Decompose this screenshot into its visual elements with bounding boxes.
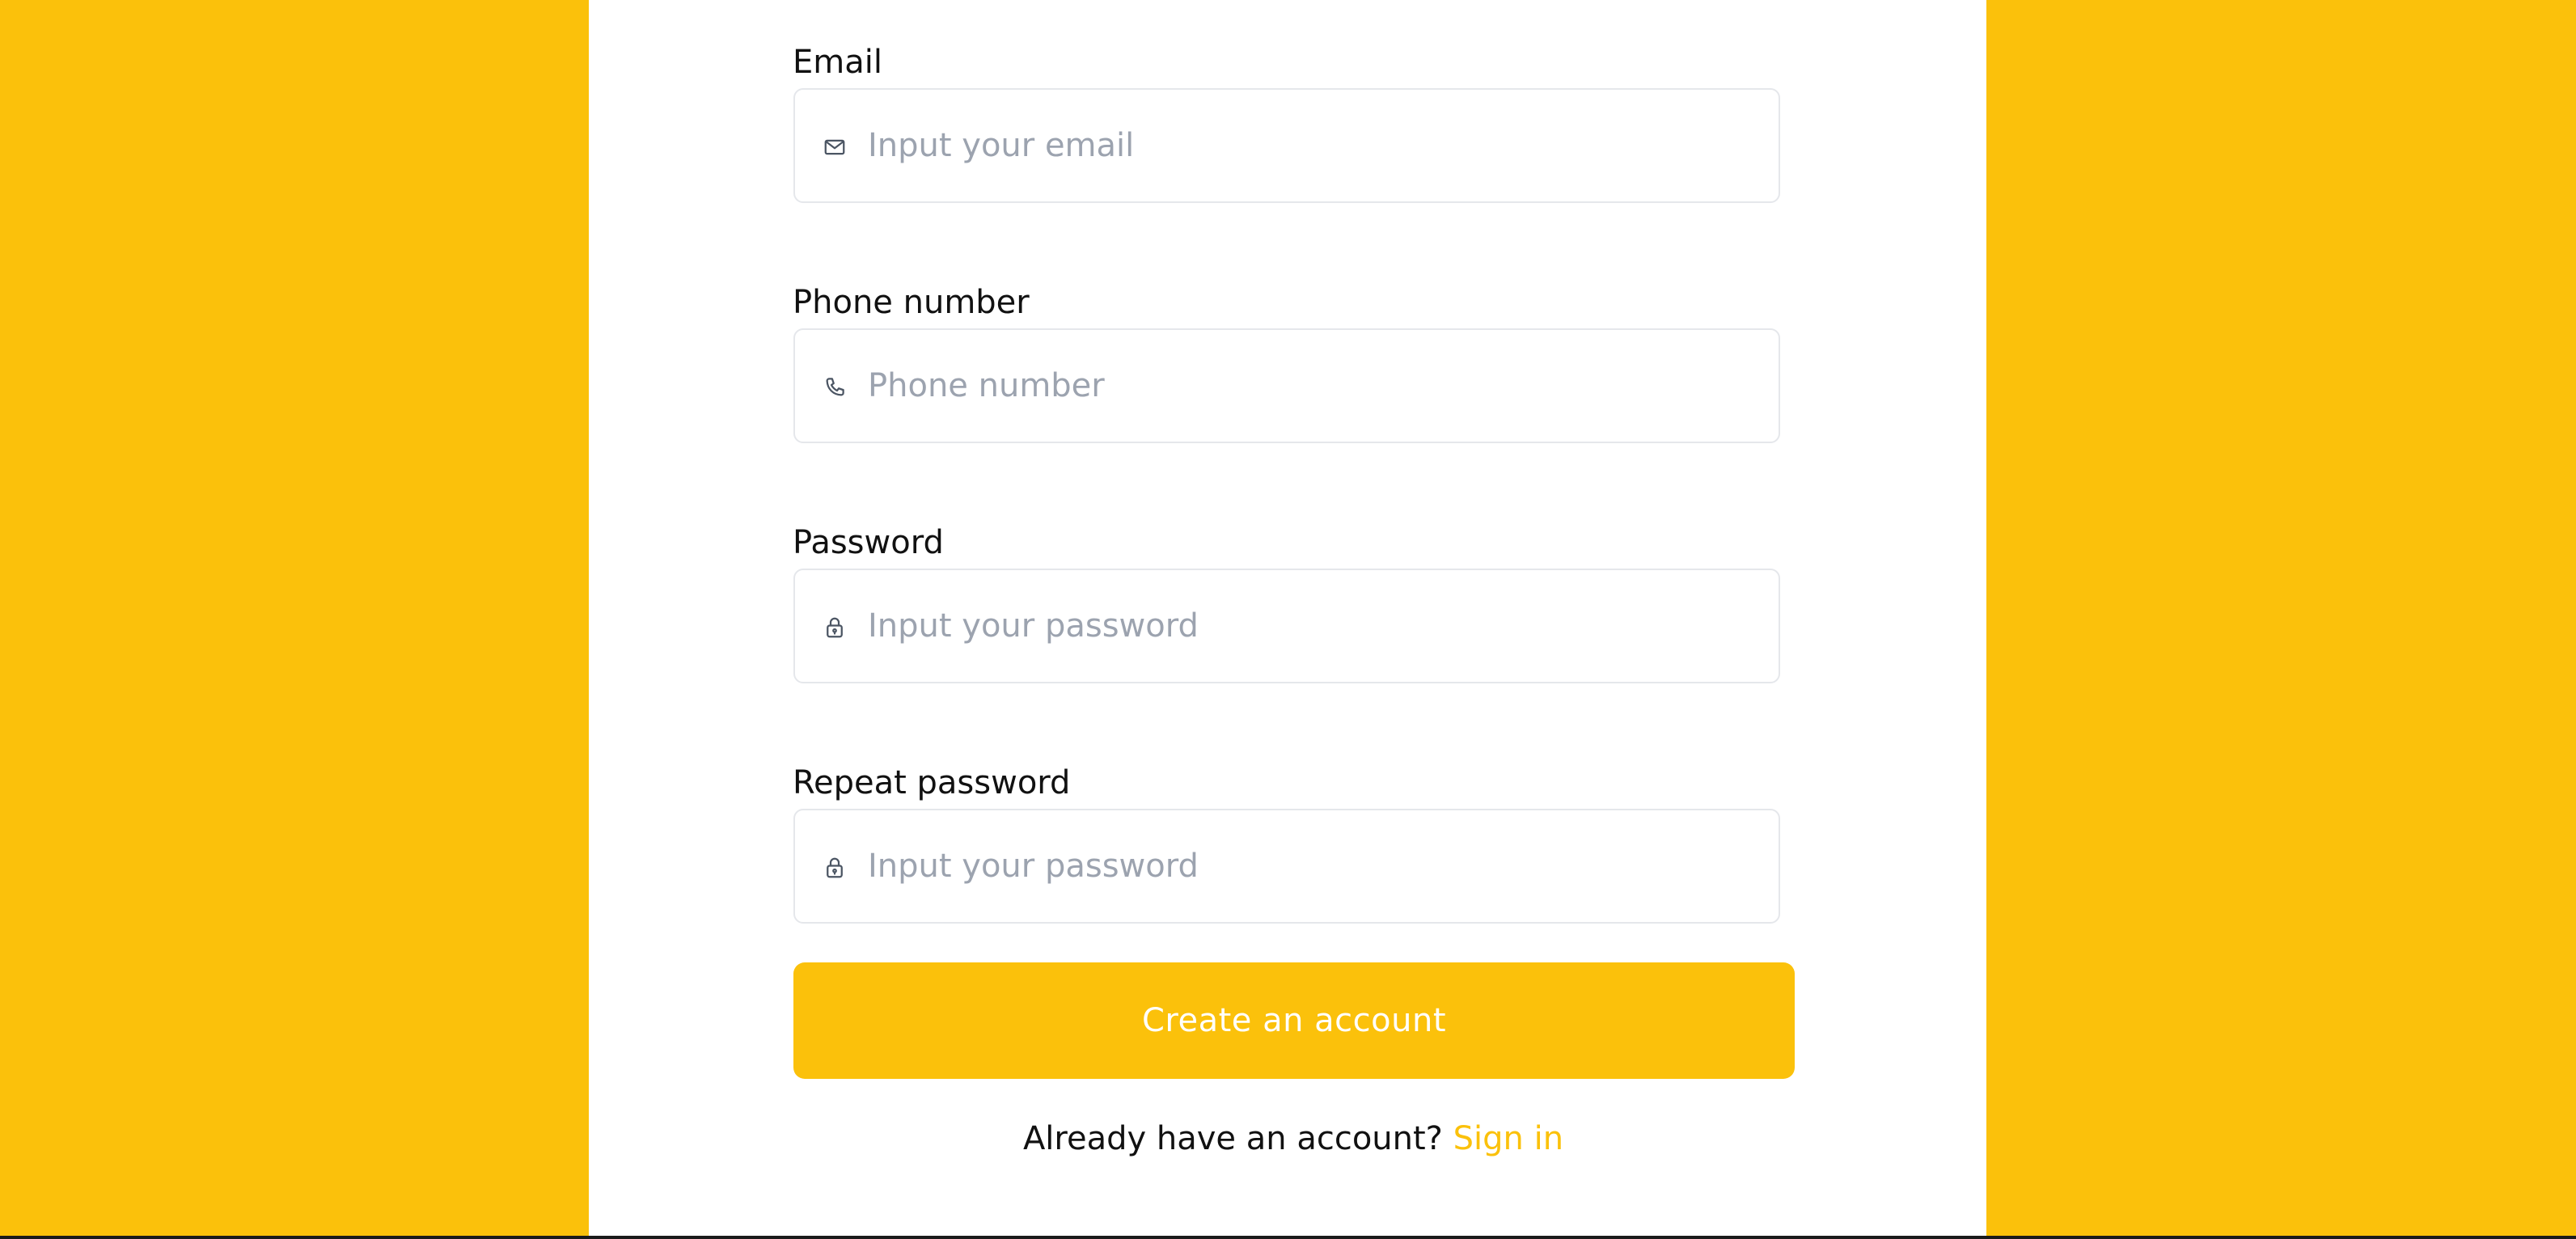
phone-field[interactable] (793, 328, 1780, 443)
create-account-button[interactable]: Create an account (793, 962, 1795, 1079)
email-label: Email (793, 44, 882, 81)
signin-prompt-text: Already have an account? (1022, 1120, 1443, 1157)
bottom-divider (0, 1236, 2576, 1239)
repeat-password-label: Repeat password (793, 764, 1071, 801)
phone-input[interactable] (868, 330, 1758, 442)
password-field[interactable] (793, 569, 1780, 683)
repeat-password-field[interactable] (793, 809, 1780, 924)
password-label: Password (793, 524, 944, 561)
phone-label: Phone number (793, 284, 1030, 321)
signin-link[interactable]: Sign in (1453, 1120, 1563, 1157)
password-input[interactable] (868, 570, 1758, 682)
signin-prompt-line: Already have an account? Sign in (793, 1120, 1794, 1157)
email-input[interactable] (868, 90, 1758, 201)
repeat-password-input[interactable] (868, 810, 1758, 922)
email-field[interactable] (793, 88, 1780, 203)
lock-icon (823, 856, 847, 880)
mail-icon (823, 135, 847, 159)
lock-icon (823, 615, 847, 640)
phone-icon (823, 375, 847, 400)
